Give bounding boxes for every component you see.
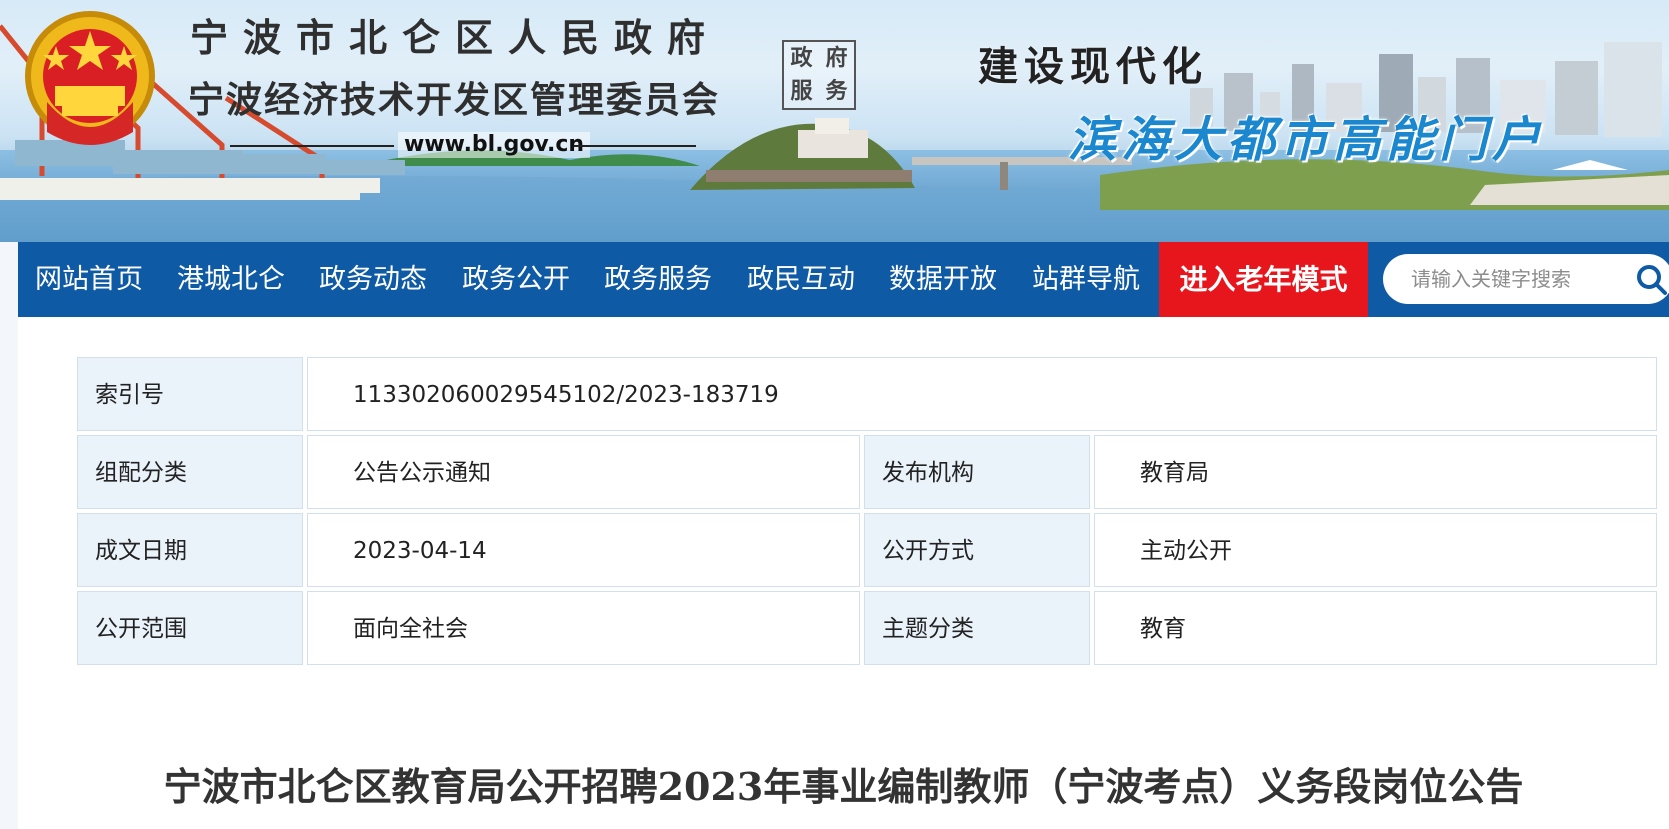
url-decoration-line-right	[574, 145, 696, 147]
page: 宁波市北仑区人民政府 宁波经济技术开发区管理委员会 www.bl.gov.cn …	[0, 0, 1669, 829]
site-url: www.bl.gov.cn	[398, 132, 591, 158]
scope-value: 面向全社会	[307, 591, 860, 665]
nav-site-group[interactable]: 站群导航	[1032, 242, 1140, 317]
elder-mode-button[interactable]: 进入老年模式	[1159, 242, 1368, 317]
disclosure-label: 公开方式	[864, 513, 1090, 587]
publisher-value: 教育局	[1094, 435, 1657, 509]
seal-char-4: 务	[825, 78, 848, 104]
search-box	[1383, 254, 1669, 304]
slogan-bottom: 滨海大都市高能门户	[1068, 112, 1546, 168]
index-number-value: 11330206002954510​2/2023-183719	[307, 357, 1657, 431]
disclosure-value: 主动公开	[1094, 513, 1657, 587]
document-info-table: 索引号 11330206002954510​2/2023-183719 组配分类…	[77, 357, 1657, 667]
content-area: 索引号 11330206002954510​2/2023-183719 组配分类…	[18, 317, 1669, 829]
search-icon[interactable]	[1634, 262, 1669, 298]
index-number-label: 索引号	[77, 357, 303, 431]
nav-government-news[interactable]: 政务动态	[319, 242, 427, 317]
nav-home[interactable]: 网站首页	[35, 242, 143, 317]
nav-government-services[interactable]: 政务服务	[604, 242, 712, 317]
date-label: 成文日期	[77, 513, 303, 587]
committee-name: 宁波经济技术开发区管理委员会	[188, 79, 721, 121]
url-decoration-line-left	[230, 145, 394, 147]
slogan-top: 建设现代化	[978, 43, 1208, 90]
category-label: 组配分类	[77, 435, 303, 509]
category-value: 公告公示通知	[307, 435, 860, 509]
main-navigation: 网站首页 港城北仑 政务动态 政务公开 政务服务 政民互动 数据开放 站群导航 …	[18, 242, 1669, 317]
site-banner: 宁波市北仑区人民政府 宁波经济技术开发区管理委员会 www.bl.gov.cn …	[0, 0, 1669, 242]
seal-char-1: 政	[790, 45, 813, 71]
nav-government-disclosure[interactable]: 政务公开	[462, 242, 570, 317]
nav-port-city-beilun[interactable]: 港城北仑	[177, 242, 285, 317]
national-emblem-icon	[25, 11, 155, 145]
government-service-seal: 政 府 服 务	[782, 40, 856, 110]
topic-value: 教育	[1094, 591, 1657, 665]
seal-char-3: 服	[790, 78, 813, 104]
publisher-label: 发布机构	[864, 435, 1090, 509]
gov-name: 宁波市北仑区人民政府	[190, 15, 721, 60]
nav-open-data[interactable]: 数据开放	[889, 242, 997, 317]
date-value: 2023-04-14	[307, 513, 860, 587]
search-input[interactable]	[1411, 263, 1616, 295]
article-title: 宁波市北仑区教育局公开招聘2023年事业编制教师（宁波考点）义务段岗位公告	[163, 764, 1524, 809]
scope-label: 公开范围	[77, 591, 303, 665]
seal-char-2: 府	[825, 45, 848, 71]
nav-public-interaction[interactable]: 政民互动	[747, 242, 855, 317]
topic-label: 主题分类	[864, 591, 1090, 665]
